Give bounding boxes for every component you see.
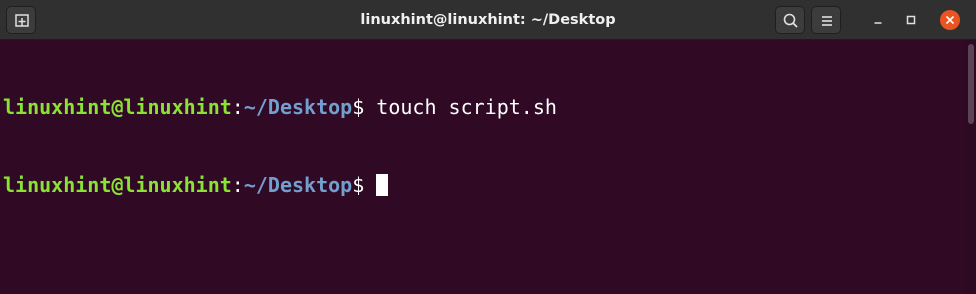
prompt-separator: : <box>231 173 244 197</box>
terminal-line: linuxhint@linuxhint:~/Desktop$ touch scr… <box>3 94 965 120</box>
search-icon <box>783 13 798 28</box>
maximize-icon <box>906 15 916 25</box>
menu-button[interactable] <box>811 6 841 34</box>
terminal-output[interactable]: linuxhint@linuxhint:~/Desktop$ touch scr… <box>0 40 965 294</box>
prompt-symbol: $ <box>352 173 377 197</box>
minimize-button[interactable] <box>868 10 888 30</box>
terminal-line: linuxhint@linuxhint:~/Desktop$ <box>3 172 965 198</box>
search-button[interactable] <box>775 6 805 34</box>
maximize-button[interactable] <box>901 10 921 30</box>
prompt-symbol: $ <box>352 95 377 119</box>
prompt-separator: : <box>231 95 244 119</box>
hamburger-menu-icon <box>822 16 832 26</box>
terminal-window: linuxhint@linuxhint: ~/Desktop linuxhint… <box>0 0 976 294</box>
user-host: linuxhint@linuxhint <box>3 173 232 197</box>
text-cursor <box>376 174 389 196</box>
scrollbar-thumb[interactable] <box>968 44 974 124</box>
close-icon <box>945 15 955 25</box>
current-path: ~/Desktop <box>243 95 353 119</box>
scrollbar[interactable] <box>965 40 976 294</box>
window-title: linuxhint@linuxhint: ~/Desktop <box>360 12 616 28</box>
current-path: ~/Desktop <box>243 173 353 197</box>
minimize-icon <box>874 22 882 24</box>
title-bar: linuxhint@linuxhint: ~/Desktop <box>0 0 976 40</box>
command-text: touch script.sh <box>376 95 557 119</box>
new-tab-button[interactable] <box>6 6 36 34</box>
user-host: linuxhint@linuxhint <box>3 95 232 119</box>
close-button[interactable] <box>940 10 960 30</box>
new-tab-icon <box>15 14 29 27</box>
